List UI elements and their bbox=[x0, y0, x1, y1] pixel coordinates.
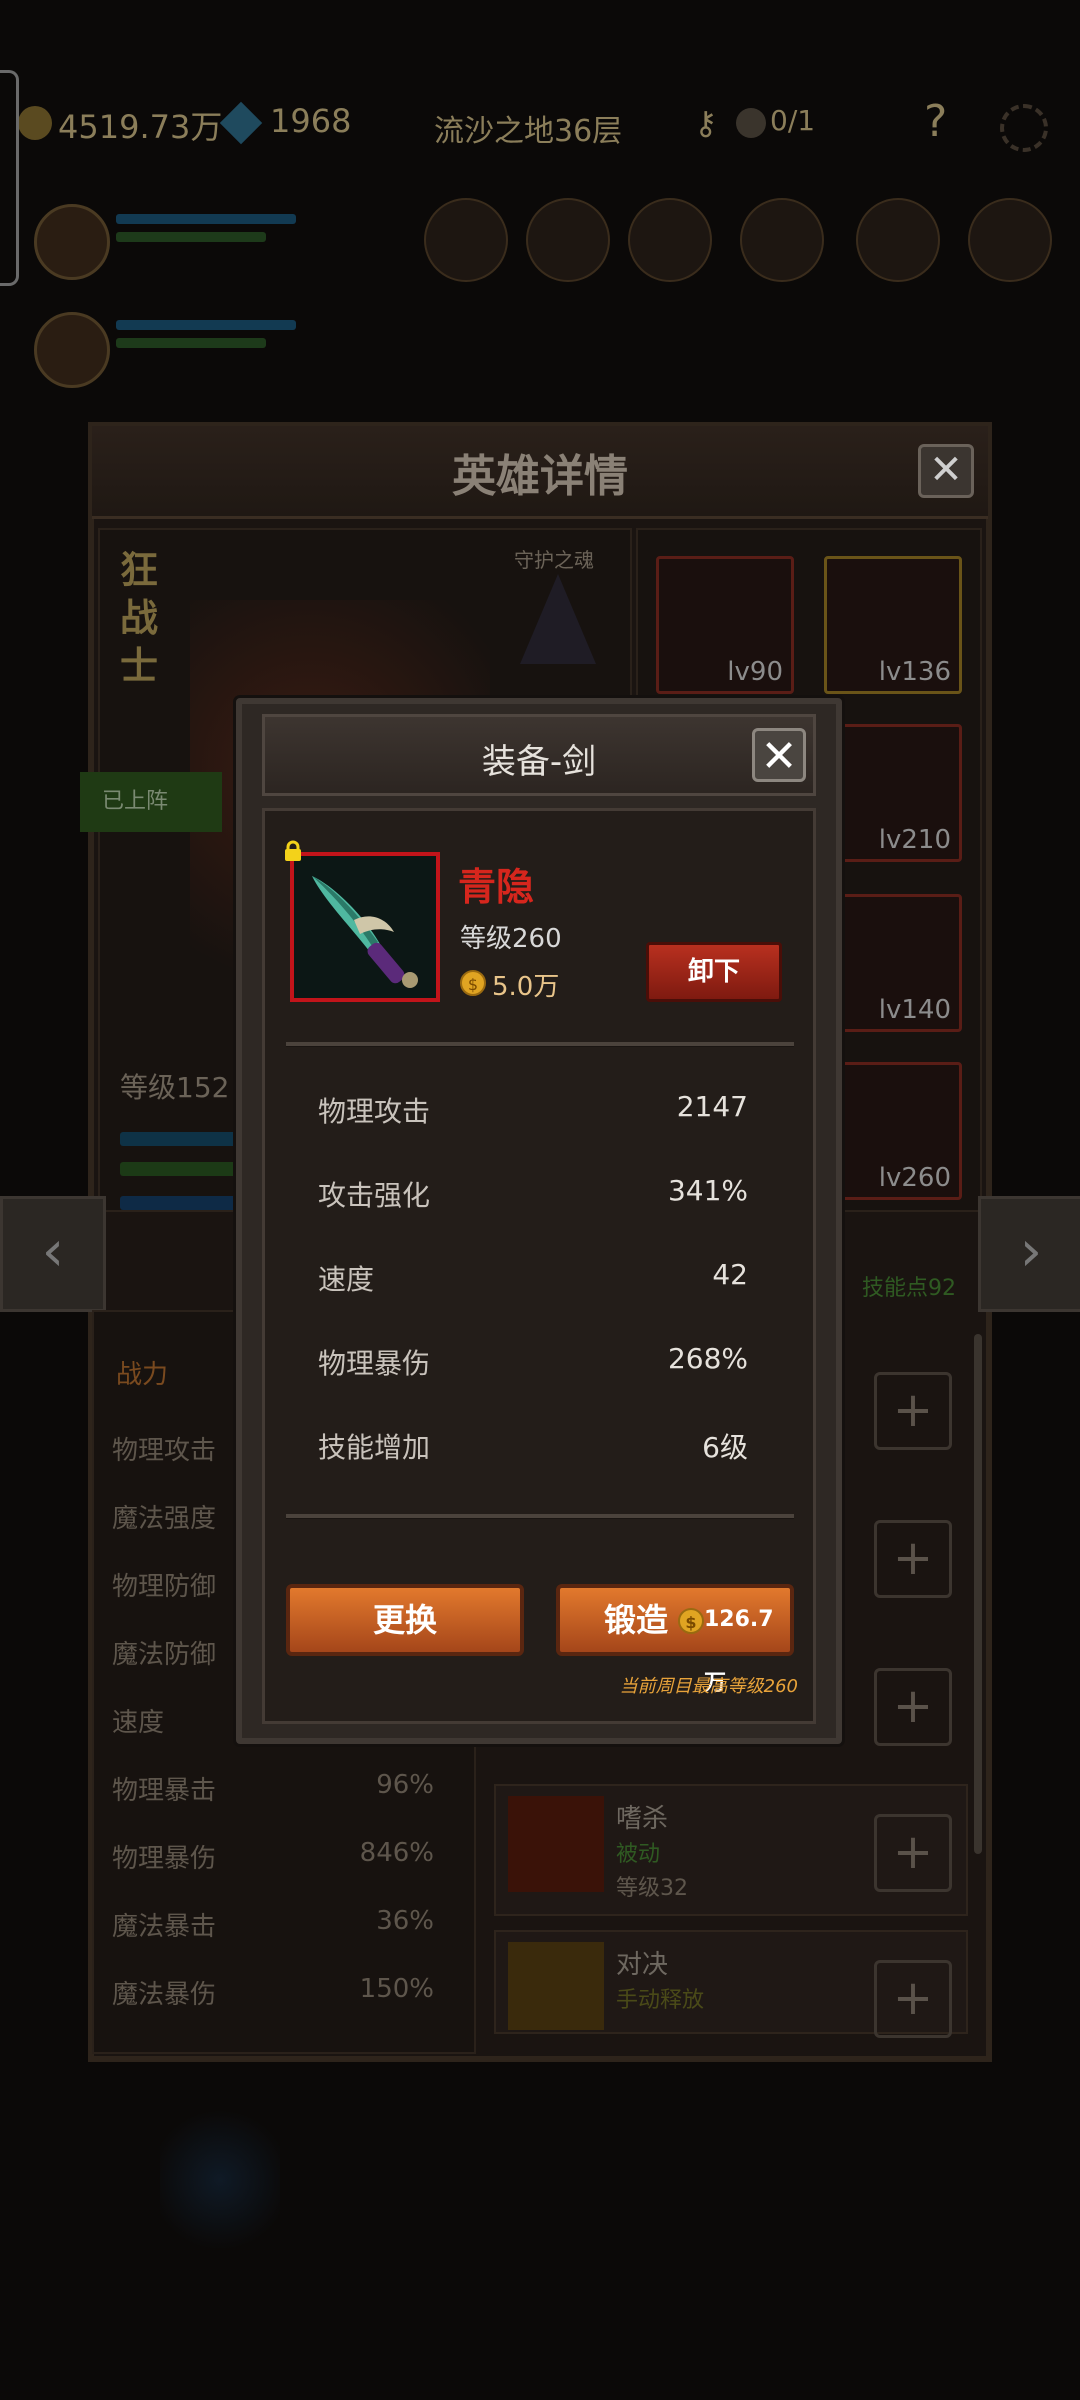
stat-value: 150% bbox=[359, 1974, 434, 2004]
add-skill-button[interactable]: + bbox=[874, 1520, 952, 1598]
prev-hero-arrow[interactable]: ‹ bbox=[0, 1196, 106, 1312]
item-stat-label: 速度 bbox=[318, 1263, 375, 1296]
gold-amount: 4519.73万 bbox=[58, 108, 223, 146]
item-stat-label: 技能增加 bbox=[318, 1431, 431, 1464]
item-stat-label: 物理攻击 bbox=[318, 1095, 431, 1128]
item-stat-value: 42 bbox=[712, 1258, 748, 1291]
add-skill-button[interactable]: + bbox=[874, 1960, 952, 2038]
hero-bar-2 bbox=[120, 1162, 240, 1176]
hero-avatar[interactable] bbox=[34, 312, 110, 388]
stat-value: 96% bbox=[376, 1770, 434, 1800]
hero-mp-bar bbox=[116, 338, 266, 348]
unequip-button[interactable]: 卸下 bbox=[646, 942, 782, 1002]
settings-icon[interactable] bbox=[1000, 104, 1048, 152]
skull-icon bbox=[736, 108, 766, 138]
hero-bar-3 bbox=[120, 1196, 240, 1210]
skill-points: 技能点92 bbox=[862, 1276, 956, 1301]
item-stat-value: 6级 bbox=[702, 1431, 748, 1464]
dialog-title: 装备-剑 bbox=[481, 742, 597, 782]
hero-silhouette bbox=[160, 2100, 280, 2260]
forge-button[interactable]: 锻造 $ 126.7万 bbox=[556, 1584, 794, 1696]
add-skill-button[interactable]: + bbox=[874, 1668, 952, 1746]
skill-level: 等级32 bbox=[616, 1876, 688, 1901]
stat-label: 速度 bbox=[112, 1708, 165, 1738]
equipment-slot-ring[interactable]: lv140 bbox=[824, 894, 962, 1032]
stat-label: 物理攻击 bbox=[112, 1436, 217, 1466]
deployed-badge: 已上阵 bbox=[80, 772, 222, 832]
divider bbox=[286, 1514, 794, 1519]
equipment-slot-boots[interactable]: lv210 bbox=[824, 724, 962, 862]
item-price: 5.0万 bbox=[492, 972, 560, 1002]
stat-label: 物理防御 bbox=[112, 1572, 217, 1602]
sword-icon bbox=[294, 856, 436, 998]
skill-type: 被动 bbox=[616, 1842, 661, 1867]
item-stat-value: 2147 bbox=[676, 1090, 748, 1123]
item-slot[interactable] bbox=[968, 198, 1052, 282]
item-slot[interactable] bbox=[856, 198, 940, 282]
item-stat-value: 268% bbox=[667, 1342, 748, 1375]
key-icon: ⚷ bbox=[694, 104, 718, 142]
hero-mp-bar bbox=[116, 232, 266, 242]
skill-name: 对决 bbox=[616, 1950, 669, 1980]
key-count: 0/1 bbox=[770, 104, 816, 137]
stage-name[interactable]: 流沙之地36层 bbox=[434, 106, 622, 150]
item-slot[interactable] bbox=[628, 198, 712, 282]
item-stat-label: 攻击强化 bbox=[318, 1179, 431, 1212]
stat-label: 魔法暴击 bbox=[112, 1912, 217, 1942]
item-icon-frame[interactable] bbox=[290, 852, 440, 1002]
hero-avatar[interactable] bbox=[34, 204, 110, 280]
help-button[interactable]: ? bbox=[924, 96, 947, 147]
coin-icon: $ bbox=[460, 970, 486, 996]
stat-label: 魔法暴伤 bbox=[112, 1980, 217, 2010]
equipment-slot-weapon[interactable]: lv260 bbox=[824, 1062, 962, 1200]
hero-class-name: 狂战士 bbox=[120, 548, 159, 688]
stat-value: 36% bbox=[376, 1906, 434, 1936]
skill-icon bbox=[508, 1796, 604, 1892]
stat-label: 物理暴击 bbox=[112, 1776, 217, 1806]
skill-icon bbox=[508, 1942, 604, 2030]
skill-name: 嗜杀 bbox=[616, 1804, 669, 1834]
hero-level: 等级152 bbox=[120, 1071, 230, 1104]
item-slot[interactable] bbox=[424, 198, 508, 282]
stat-value: 846% bbox=[359, 1838, 434, 1868]
item-slot[interactable] bbox=[526, 198, 610, 282]
add-skill-button[interactable]: + bbox=[874, 1814, 952, 1892]
equipment-slot-helmet[interactable]: lv90 bbox=[656, 556, 794, 694]
dialog-close-button[interactable]: ✕ bbox=[752, 728, 806, 782]
item-stat-value: 341% bbox=[667, 1174, 748, 1207]
stat-label: 魔法防御 bbox=[112, 1640, 217, 1670]
side-tab[interactable] bbox=[0, 70, 19, 286]
add-skill-button[interactable]: + bbox=[874, 1372, 952, 1450]
item-level: 等级260 bbox=[460, 924, 562, 954]
divider bbox=[286, 1042, 794, 1047]
item-stat-label: 物理暴伤 bbox=[318, 1347, 431, 1380]
hero-hp-bar bbox=[116, 214, 296, 224]
skill-type: 手动释放 bbox=[616, 1988, 705, 2013]
gold-icon bbox=[18, 106, 52, 140]
gem-amount: 1968 bbox=[270, 102, 352, 140]
hero-hp-bar bbox=[116, 320, 296, 330]
max-level-note: 当前周目最高等级260 bbox=[619, 1676, 798, 1697]
coin-icon: $ bbox=[678, 1608, 704, 1634]
item-name: 青隐 bbox=[458, 865, 535, 909]
stat-label: 魔法强度 bbox=[112, 1504, 217, 1534]
replace-button[interactable]: 更换 bbox=[286, 1584, 524, 1656]
item-slot[interactable] bbox=[740, 198, 824, 282]
gem-icon bbox=[219, 101, 263, 145]
next-hero-arrow[interactable]: › bbox=[978, 1196, 1080, 1312]
lock-icon bbox=[285, 840, 301, 861]
equipment-slot-amulet[interactable]: lv136 bbox=[824, 556, 962, 694]
stats-header: 战力 bbox=[116, 1360, 169, 1390]
hero-panel-close-button[interactable]: ✕ bbox=[918, 444, 974, 498]
hero-exp-bar bbox=[120, 1132, 240, 1146]
guardian-soul-label: 守护之魂 bbox=[514, 548, 594, 572]
stat-label: 物理暴伤 bbox=[112, 1844, 217, 1874]
forge-label: 锻造 bbox=[604, 1601, 669, 1639]
skills-scrollbar[interactable] bbox=[974, 1334, 982, 1854]
